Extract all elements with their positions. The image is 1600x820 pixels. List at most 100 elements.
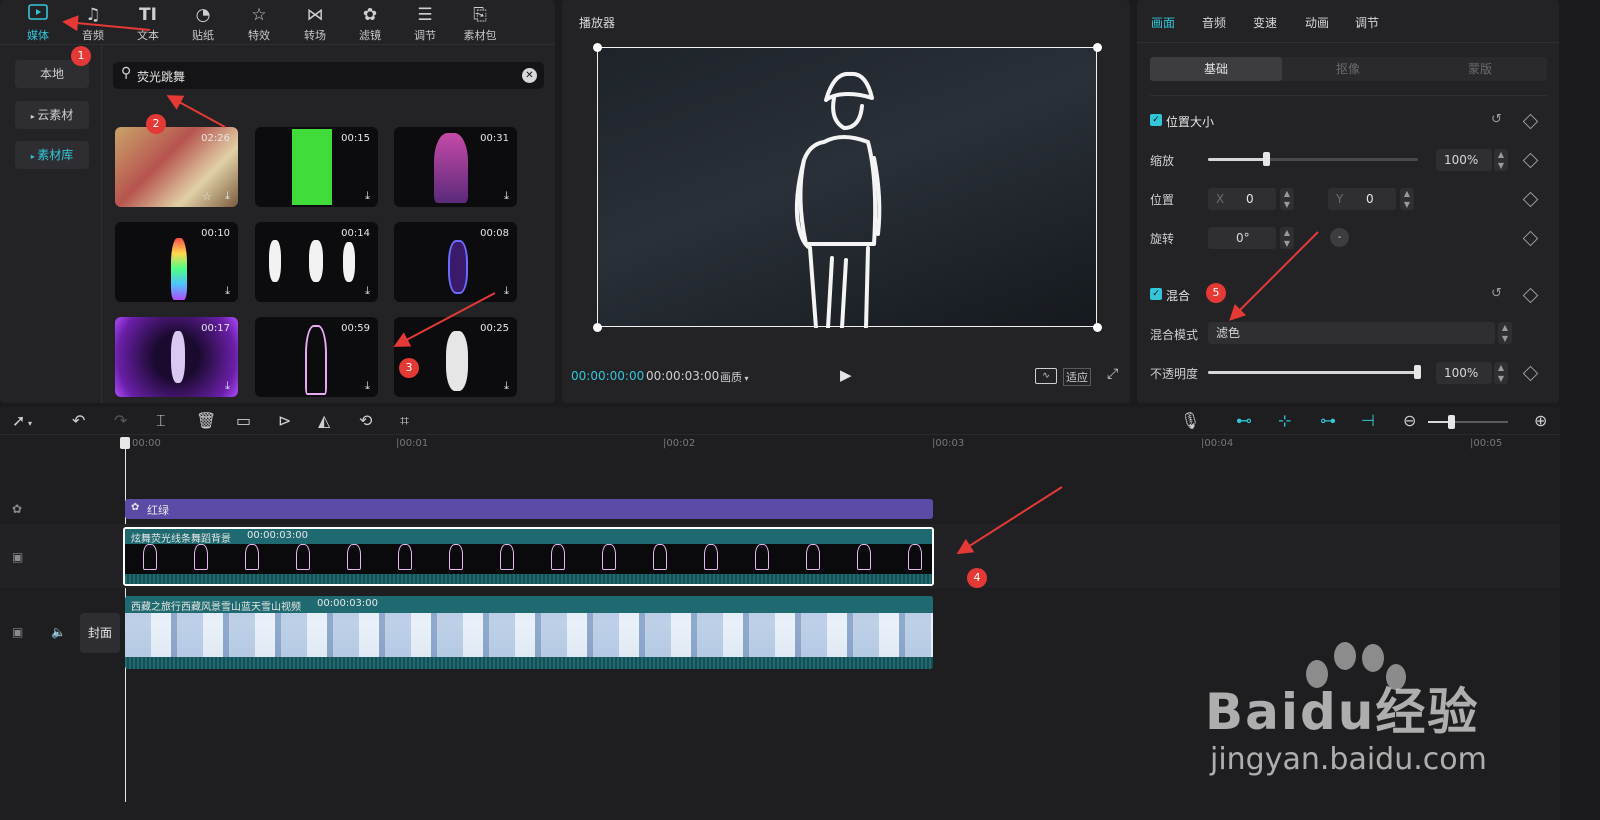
subtab-keying[interactable]: 抠像 [1282, 57, 1414, 81]
microphone-icon[interactable]: 🎙 [1180, 411, 1200, 430]
resize-handle[interactable] [593, 323, 602, 332]
blend-mode-select[interactable]: 滤色 [1208, 322, 1495, 344]
tool-transition[interactable]: ⋈ 转场 [293, 3, 337, 43]
download-icon[interactable]: ⤓ [365, 189, 370, 203]
tab-adjust[interactable]: 调节 [1355, 14, 1379, 31]
zoom-out-icon[interactable]: ⊖ [1403, 411, 1416, 430]
tab-speed[interactable]: 变速 [1253, 14, 1277, 31]
search-bar[interactable]: ⚲ 荧光跳舞 ✕ [113, 62, 544, 89]
mute-icon[interactable]: 🔈 [51, 625, 66, 639]
thumbnail-2[interactable]: 00:15 ⤓ [255, 127, 378, 207]
scale-input[interactable]: 100% [1436, 149, 1492, 171]
rotate-stepper[interactable]: ▲ ▼ [1280, 227, 1294, 249]
quality-dropdown[interactable]: 画质 ▾ [720, 369, 749, 385]
rotate-input[interactable]: 0° [1208, 227, 1276, 249]
preview-canvas[interactable] [597, 47, 1097, 328]
thumbnail-7[interactable]: 00:17 ⤓ [115, 317, 238, 397]
favorite-icon[interactable]: ☆ [202, 190, 212, 203]
download-icon[interactable]: ⤓ [225, 284, 230, 298]
position-size-checkbox[interactable]: ✓ [1150, 114, 1162, 126]
dancer-frame [551, 544, 565, 570]
scale-slider-track[interactable] [1208, 152, 1418, 166]
download-icon[interactable]: ⤓ [365, 284, 370, 298]
position-x-stepper[interactable]: ▲ ▼ [1280, 188, 1294, 210]
rotate-icon[interactable]: ⟲ [359, 411, 372, 430]
tab-audio[interactable]: 音频 [1202, 14, 1226, 31]
chevron-down-icon: ▾ [25, 419, 32, 428]
preview-axis-icon[interactable]: ⊹ [1278, 411, 1291, 430]
position-x-field[interactable]: X 0 [1208, 188, 1276, 210]
redo-icon[interactable]: ↷ [114, 411, 127, 430]
opacity-input[interactable]: 100% [1436, 362, 1492, 384]
opacity-slider-thumb[interactable] [1414, 365, 1421, 379]
tool-audio[interactable]: ♫ 音频 [71, 3, 115, 43]
reverse-icon[interactable]: ⊳ [278, 411, 291, 430]
thumbnail-8[interactable]: 00:59 ⤓ [255, 317, 378, 397]
scale-stepper[interactable]: ▲ ▼ [1494, 149, 1508, 171]
thumbnail-3[interactable]: 00:31 ⤓ [394, 127, 517, 207]
reset-icon[interactable]: ↺ [1491, 286, 1502, 301]
main-track-link-icon[interactable]: ⊶ [1320, 411, 1336, 430]
waveform-icon[interactable]: ∿ [1035, 368, 1057, 384]
thumbnail-6[interactable]: 00:08 ⤓ [394, 222, 517, 302]
scale-slider-thumb[interactable] [1262, 152, 1270, 166]
blend-mode-stepper[interactable]: ▲ ▼ [1498, 322, 1512, 344]
fullscreen-icon[interactable]: ⤢ [1107, 366, 1118, 382]
main-clip[interactable]: 西藏之旅行西藏风景雪山蓝天雪山视频 00:00:03:00 [125, 596, 933, 669]
position-y-field[interactable]: Y 0 [1328, 188, 1396, 210]
download-icon[interactable]: ⤓ [504, 284, 509, 298]
snap-link-icon[interactable]: ⊷ [1236, 411, 1252, 430]
position-y-stepper[interactable]: ▲ ▼ [1400, 188, 1414, 210]
download-icon[interactable]: ⤓ [504, 189, 509, 203]
freeze-frame-icon[interactable]: ▭ [236, 411, 251, 430]
thumbnail-9[interactable]: 00:25 ⤓ [394, 317, 517, 397]
tool-text[interactable]: TI 文本 [126, 3, 170, 43]
zoom-slider[interactable] [1428, 415, 1508, 429]
subtab-mask[interactable]: 蒙版 [1414, 57, 1546, 81]
subtab-basic[interactable]: 基础 [1150, 57, 1282, 81]
tab-picture[interactable]: 画面 [1151, 14, 1175, 31]
split-icon[interactable]: ⌶ [156, 411, 166, 431]
zoom-slider-thumb[interactable] [1448, 415, 1455, 429]
filter-clip[interactable]: ✿ 红绿 [125, 499, 933, 519]
fit-button[interactable]: 适应 [1063, 368, 1091, 386]
zoom-in-icon[interactable]: ⊕ [1534, 411, 1547, 430]
reset-icon[interactable]: ↺ [1491, 112, 1502, 127]
resize-handle[interactable] [1093, 323, 1102, 332]
download-icon[interactable]: ⤓ [225, 379, 230, 393]
cover-button[interactable]: 封面 [80, 613, 120, 653]
undo-icon[interactable]: ↶ [72, 411, 85, 430]
search-input[interactable]: 荧光跳舞 [137, 68, 185, 85]
play-button[interactable]: ▶ [840, 366, 852, 384]
sidebar-item-cloud[interactable]: ▸ 云素材 [15, 101, 89, 129]
opacity-slider-track[interactable] [1208, 365, 1421, 379]
opacity-stepper[interactable]: ▲ ▼ [1494, 362, 1508, 384]
download-icon[interactable]: ⤓ [504, 379, 509, 393]
thumbnail-5[interactable]: 00:14 ⤓ [255, 222, 378, 302]
blend-checkbox[interactable]: ✓ [1150, 288, 1162, 300]
playhead-handle[interactable] [120, 437, 130, 449]
tool-sticker[interactable]: ◔ 贴纸 [181, 3, 225, 43]
tool-effects[interactable]: ☆ 特效 [237, 3, 281, 43]
resize-handle[interactable] [1093, 43, 1102, 52]
tab-animation[interactable]: 动画 [1305, 14, 1329, 31]
tool-media[interactable]: 媒体 [16, 3, 60, 43]
download-icon[interactable]: ⤓ [365, 379, 370, 393]
sidebar-item-library[interactable]: ▸ 素材库 [15, 141, 89, 169]
crop-icon[interactable]: ⌗ [400, 411, 409, 431]
resize-handle[interactable] [593, 43, 602, 52]
tool-package[interactable]: ⎘ 素材包 [458, 3, 502, 43]
watermark-url: jingyan.baidu.com [1210, 742, 1487, 777]
thumbnail-4[interactable]: 00:10 ⤓ [115, 222, 238, 302]
split-track-icon[interactable]: ⊣ [1361, 411, 1375, 430]
select-cursor-icon[interactable]: ➚ ▾ [12, 411, 32, 430]
download-icon[interactable]: ⤓ [225, 189, 230, 203]
rotate-dial-icon[interactable]: - [1330, 228, 1349, 247]
ruler-tick: |00:03 [932, 438, 965, 449]
mirror-icon[interactable]: ◭ [318, 411, 330, 430]
tool-filter[interactable]: ✿ 滤镜 [348, 3, 392, 43]
delete-icon[interactable]: 🗑 [196, 411, 216, 430]
tool-adjust[interactable]: ☰ 调节 [403, 3, 447, 43]
clear-search-icon[interactable]: ✕ [522, 68, 537, 83]
thumbnail-1[interactable]: 02:26 ☆ ⤓ [115, 127, 238, 207]
